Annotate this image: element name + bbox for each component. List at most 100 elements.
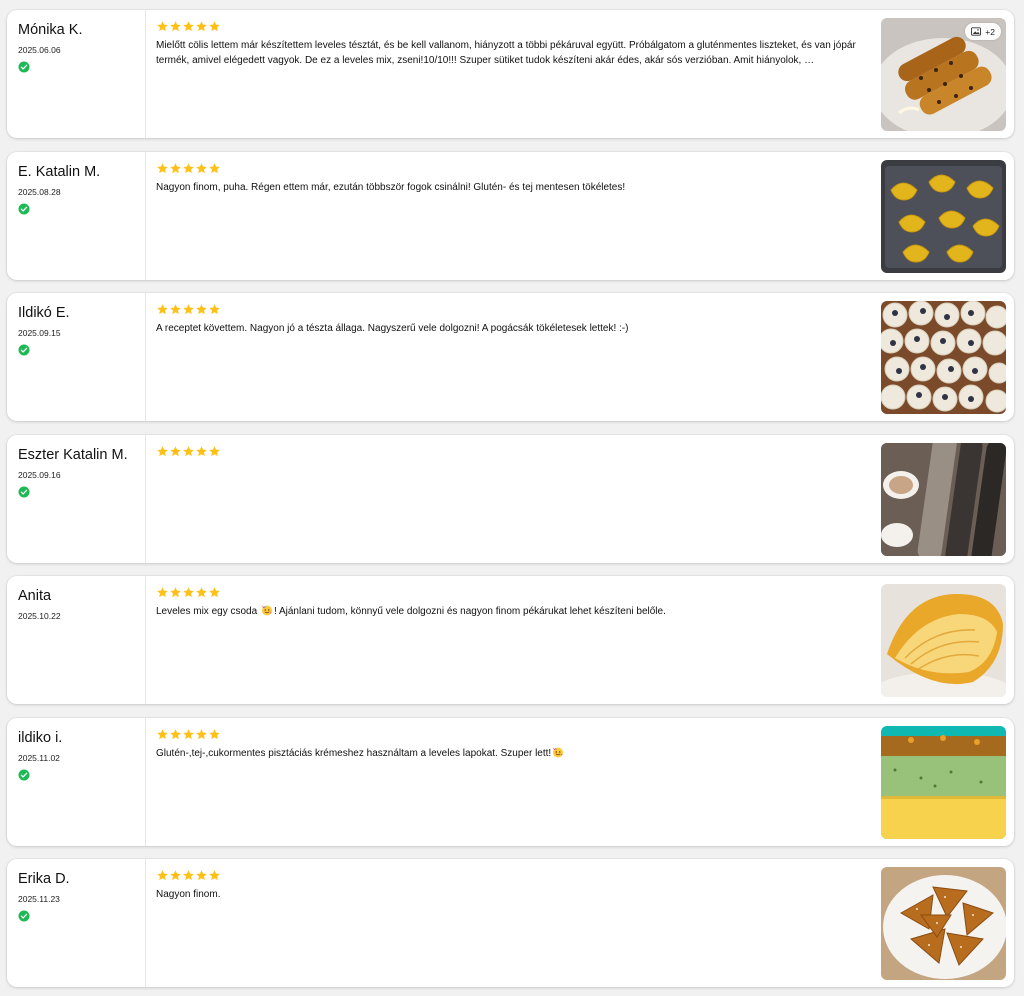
star-rating xyxy=(156,586,868,599)
review-content: Leveles mix egy csoda ! Ajánlani tudom, … xyxy=(156,586,868,619)
review-photo xyxy=(881,584,1006,697)
star-icon xyxy=(196,21,207,32)
verified-buyer-icon xyxy=(18,343,30,356)
star-rating xyxy=(156,20,868,33)
star-rating xyxy=(156,162,868,175)
star-icon xyxy=(183,163,194,174)
review-photo xyxy=(881,160,1006,273)
review-text: Nagyon finom, puha. Régen ettem már, ezu… xyxy=(156,180,868,195)
review-photo-thumbnail[interactable] xyxy=(881,584,1006,697)
review-photo-thumbnail[interactable]: +2 xyxy=(881,18,1006,131)
star-icon xyxy=(196,163,207,174)
star-icon xyxy=(196,587,207,598)
review-author-column: Erika D. 2025.11.23 xyxy=(7,859,146,987)
star-rating xyxy=(156,869,868,882)
review-author-column: Eszter Katalin M. 2025.09.16 xyxy=(7,435,146,563)
review-author-name: ildiko i. xyxy=(18,730,63,746)
review-author-name: Eszter Katalin M. xyxy=(18,447,128,463)
verified-buyer-icon xyxy=(18,202,30,215)
gallery-icon xyxy=(971,27,982,36)
star-icon xyxy=(183,870,194,881)
review-text: Leveles mix egy csoda ! Ajánlani tudom, … xyxy=(156,604,868,619)
review-card: Mónika K. 2025.06.06 Mielőtt cölis lettem … xyxy=(7,10,1014,138)
review-text-body: Nagyon finom, puha. Régen ettem már, ezu… xyxy=(156,182,626,193)
star-icon xyxy=(157,446,168,457)
review-text-body: Nagyon finom. xyxy=(156,889,221,900)
star-icon xyxy=(170,163,181,174)
review-text-body: A receptet követtem. Nagyon jó a tészta … xyxy=(156,323,629,334)
review-photo-thumbnail[interactable] xyxy=(881,301,1006,414)
review-content xyxy=(156,445,868,463)
verified-buyer-icon xyxy=(18,485,30,498)
star-icon xyxy=(183,587,194,598)
review-date: 2025.08.28 xyxy=(18,187,61,197)
star-rating xyxy=(156,303,868,316)
review-text-continued: ! Ajánlani tudom, könnyű vele dolgozni é… xyxy=(273,606,666,617)
review-author-column: ildiko i. 2025.11.02 xyxy=(7,718,146,846)
more-photos-count: +2 xyxy=(985,26,995,37)
review-photo xyxy=(881,301,1006,414)
star-icon xyxy=(209,304,220,315)
more-photos-badge[interactable]: +2 xyxy=(965,23,1001,40)
review-text-body: Mielőtt cölis lettem már készítettem lev… xyxy=(156,40,856,66)
review-photo-thumbnail[interactable] xyxy=(881,443,1006,556)
review-text: A receptet követtem. Nagyon jó a tészta … xyxy=(156,321,868,336)
review-author-name: Mónika K. xyxy=(18,22,83,38)
review-date: 2025.06.06 xyxy=(18,45,61,55)
review-date: 2025.11.02 xyxy=(18,753,60,763)
star-icon xyxy=(157,587,168,598)
review-author-name: Erika D. xyxy=(18,871,70,887)
verified-buyer-icon xyxy=(18,60,30,73)
star-icon xyxy=(170,21,181,32)
star-icon xyxy=(209,163,220,174)
review-photo-thumbnail[interactable] xyxy=(881,726,1006,839)
review-card: ildiko i. 2025.11.02 Glutén-,tej-,cukormen… xyxy=(7,718,1014,846)
review-author-column: Ildikó E. 2025.09.15 xyxy=(7,293,146,421)
party-face-emoji-icon xyxy=(552,746,564,758)
star-rating xyxy=(156,728,868,741)
review-photo xyxy=(881,867,1006,980)
star-icon xyxy=(157,304,168,315)
star-icon xyxy=(196,870,207,881)
star-icon xyxy=(170,870,181,881)
review-text: Glutén-,tej-,cukormentes pisztáciás krém… xyxy=(156,746,868,761)
star-icon xyxy=(183,729,194,740)
star-icon xyxy=(209,870,220,881)
star-icon xyxy=(209,21,220,32)
review-content: Nagyon finom. xyxy=(156,869,868,902)
review-card: Ildikó E. 2025.09.15 A receptet követtem. … xyxy=(7,293,1014,421)
review-date: 2025.10.22 xyxy=(18,611,61,621)
review-author-name: Ildikó E. xyxy=(18,305,70,321)
review-author-column: E. Katalin M. 2025.08.28 xyxy=(7,152,146,280)
review-card: Erika D. 2025.11.23 Nagyon finom. xyxy=(7,859,1014,987)
star-rating xyxy=(156,445,868,458)
star-icon xyxy=(183,304,194,315)
review-photo xyxy=(881,443,1006,556)
star-icon xyxy=(157,870,168,881)
review-photo-thumbnail[interactable] xyxy=(881,867,1006,980)
star-icon xyxy=(157,21,168,32)
star-icon xyxy=(170,304,181,315)
star-icon xyxy=(196,446,207,457)
review-text: Mielőtt cölis lettem már készítettem lev… xyxy=(156,38,868,68)
party-face-emoji-icon xyxy=(261,604,273,616)
star-icon xyxy=(209,729,220,740)
review-content: Glutén-,tej-,cukormentes pisztáciás krém… xyxy=(156,728,868,761)
review-photo-thumbnail[interactable] xyxy=(881,160,1006,273)
star-icon xyxy=(196,729,207,740)
verified-buyer-icon xyxy=(18,909,30,922)
review-card: Eszter Katalin M. 2025.09.16 xyxy=(7,435,1014,563)
review-date: 2025.09.15 xyxy=(18,328,61,338)
star-icon xyxy=(209,446,220,457)
review-content: A receptet követtem. Nagyon jó a tészta … xyxy=(156,303,868,336)
star-icon xyxy=(183,21,194,32)
reviews-list: Mónika K. 2025.06.06 Mielőtt cölis lettem … xyxy=(0,0,1024,996)
review-text-body: Glutén-,tej-,cukormentes pisztáciás krém… xyxy=(156,748,552,759)
review-card: Anita 2025.10.22 Leveles mix egy csoda ! A… xyxy=(7,576,1014,704)
review-date: 2025.11.23 xyxy=(18,894,60,904)
star-icon xyxy=(183,446,194,457)
star-icon xyxy=(170,729,181,740)
star-icon xyxy=(170,587,181,598)
star-icon xyxy=(157,163,168,174)
verified-buyer-icon xyxy=(18,768,30,781)
